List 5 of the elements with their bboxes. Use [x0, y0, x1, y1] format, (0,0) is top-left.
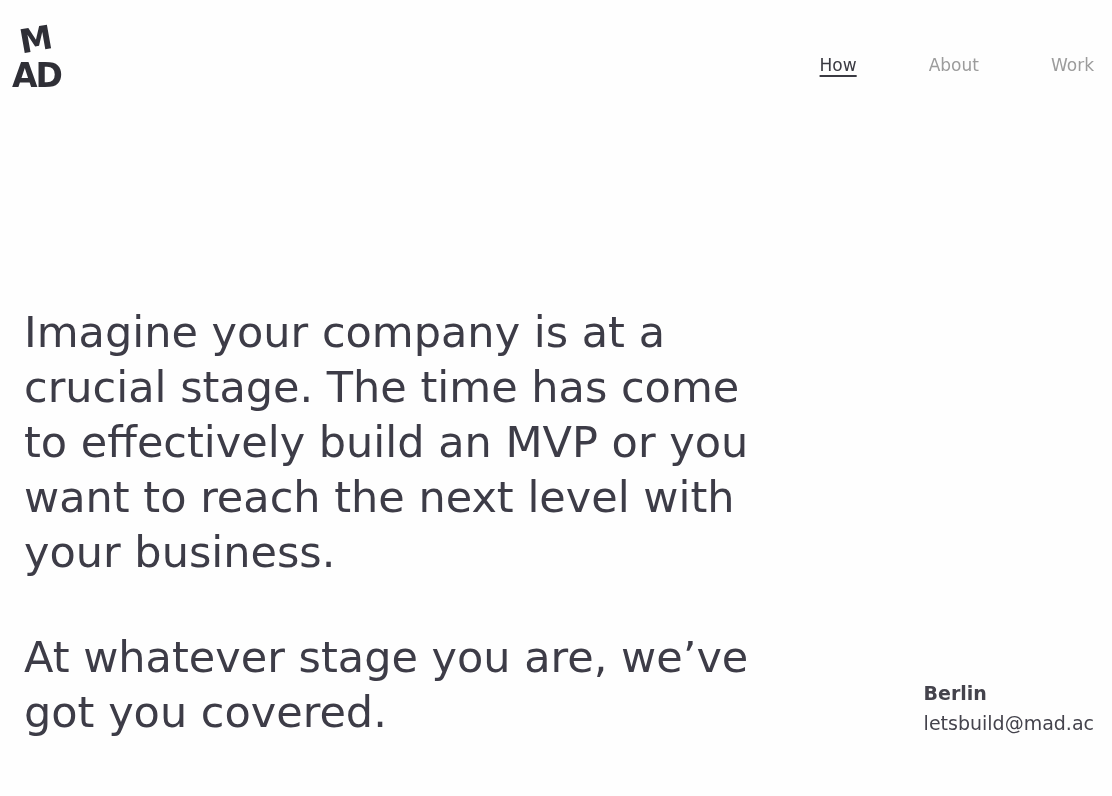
nav-link[interactable]: How	[819, 54, 857, 76]
email-link[interactable]: letsbuild@mad.ac	[923, 708, 1094, 738]
intro-paragraph: Imagine your company is at a crucial stage. The time has come to effectively build an MVP or you want to reach the next level with your business.	[24, 306, 750, 579]
city-label: Berlin	[923, 681, 987, 706]
intro-paragraph: At whatever stage you are, we’ve got you covered.	[24, 631, 750, 739]
